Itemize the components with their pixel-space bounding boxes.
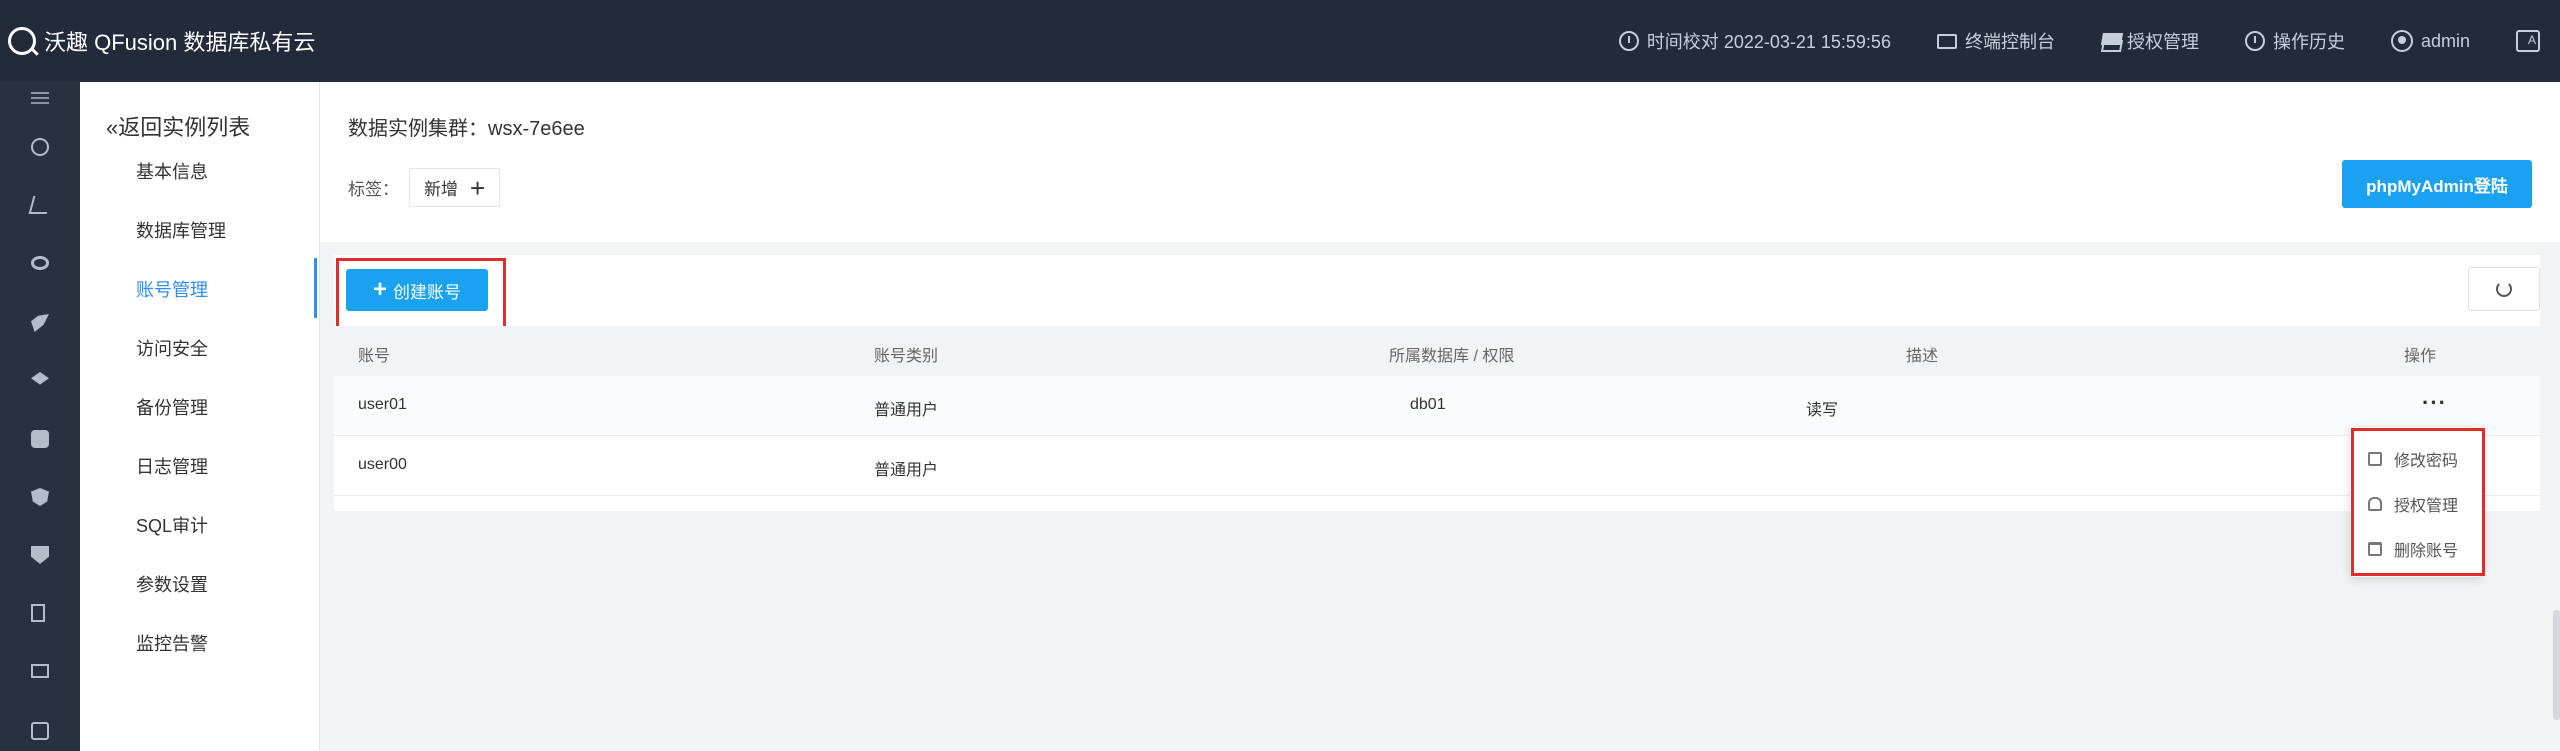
column-header-actions: 操作	[2404, 348, 2437, 365]
license-management-label: 授权管理	[2126, 32, 2199, 52]
language-switch[interactable]	[2493, 30, 2560, 52]
sidebar-item-sql-audit[interactable]: SQL审计	[136, 512, 208, 538]
toolbox-icon[interactable]	[31, 722, 49, 740]
cluster-header: 数据实例集群：wsx-7e6ee 标签： 新增 + phpMyAdmin登陆	[320, 82, 2560, 242]
back-to-instance-list[interactable]: «返回实例列表	[106, 110, 250, 142]
sidebar-item-log-management[interactable]: 日志管理	[136, 453, 208, 479]
sidebar-item-database-management[interactable]: 数据库管理	[136, 217, 226, 243]
files-icon[interactable]	[31, 604, 45, 622]
monitor-icon	[1936, 33, 1957, 49]
user-menu[interactable]: admin	[2368, 30, 2493, 52]
time-sync-label: 时间校对 2022-03-21 15:59:56	[1646, 32, 1891, 52]
history-icon	[2244, 31, 2265, 51]
top-bar: 沃趣 QFusion 数据库私有云 时间校对 2022-03-21 15:59:…	[0, 0, 2560, 82]
database-icon[interactable]	[31, 256, 49, 270]
top-actions: 时间校对 2022-03-21 15:59:56 终端控制台 授权管理 操作历史…	[1596, 0, 2560, 82]
cluster-title: 数据实例集群：wsx-7e6ee	[348, 118, 585, 140]
active-indicator	[314, 258, 317, 318]
qfusion-logo-icon	[8, 27, 36, 55]
sidebar-item-basic-info[interactable]: 基本信息	[136, 158, 208, 184]
create-button-highlight	[336, 258, 506, 329]
cell-database: db01	[1410, 396, 1446, 413]
cell-account: user00	[358, 456, 407, 473]
phpmyadmin-login-button[interactable]: phpMyAdmin登陆	[2342, 160, 2532, 208]
terminal-console-label: 终端控制台	[1964, 32, 2055, 52]
tag-label: 标签：	[348, 180, 399, 199]
brand-title: 沃趣 QFusion 数据库私有云	[44, 30, 316, 55]
operation-history-label: 操作历史	[2272, 32, 2345, 52]
time-sync[interactable]: 时间校对 2022-03-21 15:59:56	[1596, 28, 1914, 54]
sidebar-item-parameter-settings[interactable]: 参数设置	[136, 571, 208, 597]
table-header: 账号 账号类别 所属数据库 / 权限 描述 操作	[334, 326, 2540, 376]
table-row: user00 普通用户	[334, 436, 2540, 496]
brand[interactable]: 沃趣 QFusion 数据库私有云	[8, 0, 315, 82]
refresh-icon	[2496, 281, 2512, 297]
screen-icon[interactable]	[31, 664, 49, 678]
alert-icon[interactable]	[31, 546, 49, 564]
sidebar-item-account-management[interactable]: 账号管理	[136, 276, 208, 302]
dashboard-icon[interactable]	[31, 138, 49, 156]
tag-row: 标签： 新增 +	[348, 168, 501, 207]
operation-history-link[interactable]: 操作历史	[2222, 28, 2368, 54]
sidebar-item-backup-management[interactable]: 备份管理	[136, 394, 208, 420]
menu-highlight	[2351, 428, 2485, 576]
hand-icon[interactable]	[31, 314, 49, 332]
account-table-card: + 创建账号 账号 账号类别 所属数据库 / 权限 描述 操作 user01 普…	[334, 255, 2540, 511]
user-icon[interactable]	[28, 196, 52, 214]
refresh-button[interactable]	[2468, 267, 2540, 311]
sidebar-item-access-security[interactable]: 访问安全	[136, 335, 208, 361]
cell-account: user01	[358, 396, 407, 413]
table-row: user01 普通用户 db01 读写 ···	[334, 376, 2540, 436]
cell-type: 普通用户	[874, 402, 939, 419]
column-header-description: 描述	[1906, 348, 1939, 365]
plus-icon: +	[470, 172, 486, 203]
language-icon	[2516, 30, 2540, 52]
column-header-type: 账号类别	[874, 348, 939, 365]
storage-icon[interactable]	[31, 430, 49, 448]
clock-icon	[1618, 31, 1639, 51]
license-management-link[interactable]: 授权管理	[2078, 28, 2222, 54]
user-icon	[2390, 30, 2413, 52]
cell-type: 普通用户	[874, 462, 939, 479]
icon-rail	[0, 82, 80, 751]
instance-sidebar: «返回实例列表 基本信息 数据库管理 账号管理 访问安全 备份管理 日志管理 S…	[80, 82, 320, 751]
cell-privilege: 读写	[1806, 402, 1839, 419]
add-tag-button[interactable]: 新增 +	[409, 168, 501, 207]
username: admin	[2420, 30, 2470, 51]
scrollbar[interactable]	[2553, 610, 2560, 720]
layers-icon[interactable]	[31, 372, 49, 385]
more-actions-button[interactable]: ···	[2422, 390, 2447, 416]
layers-icon	[2101, 32, 2119, 50]
menu-icon[interactable]	[31, 92, 49, 104]
sidebar-item-monitoring-alerts[interactable]: 监控告警	[136, 630, 208, 656]
column-header-account: 账号	[358, 348, 391, 365]
shield-icon[interactable]	[31, 488, 49, 506]
column-header-database-privilege: 所属数据库 / 权限	[1389, 348, 1515, 365]
add-tag-label: 新增	[424, 180, 458, 199]
terminal-console-link[interactable]: 终端控制台	[1914, 28, 2078, 54]
